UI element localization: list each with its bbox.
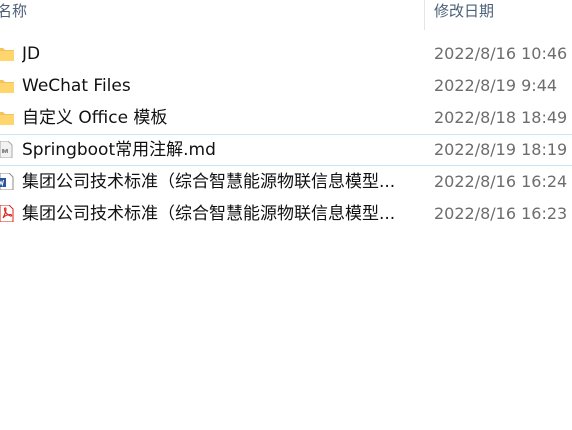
file-modified-date: 2022/8/16 10:46 <box>434 44 568 63</box>
file-name: Springboot常用注解.md <box>22 140 216 160</box>
word-document-icon <box>0 172 14 191</box>
column-divider[interactable] <box>424 0 425 30</box>
markdown-file-icon <box>0 140 14 159</box>
file-row[interactable]: 集团公司技术标准（综合智慧能源物联信息模型... 2022/8/16 16:24 <box>0 166 572 198</box>
file-row[interactable]: 自定义 Office 模板 2022/8/18 18:49 <box>0 102 572 134</box>
name-column-header[interactable]: 名称 <box>0 0 423 30</box>
folder-icon <box>0 109 14 126</box>
file-row[interactable]: WeChat Files 2022/8/19 9:44 <box>0 70 572 102</box>
modified-date-column-header[interactable]: 修改日期 <box>434 0 494 30</box>
pdf-file-icon <box>0 204 14 223</box>
file-modified-date: 2022/8/18 18:49 <box>434 108 568 127</box>
file-modified-date: 2022/8/19 9:44 <box>434 76 558 95</box>
file-name: 集团公司技术标准（综合智慧能源物联信息模型... <box>22 204 396 224</box>
file-name: WeChat Files <box>22 76 131 96</box>
file-name: 集团公司技术标准（综合智慧能源物联信息模型... <box>22 172 396 192</box>
file-modified-date: 2022/8/16 16:23 <box>434 204 568 223</box>
file-row-focused[interactable]: Springboot常用注解.md 2022/8/19 18:19 <box>0 134 572 166</box>
file-explorer: 名称 修改日期 JD 2022/8/16 10:46 WeChat Files … <box>0 0 572 430</box>
file-modified-date: 2022/8/19 18:19 <box>434 140 568 159</box>
folder-icon <box>0 77 14 94</box>
file-row[interactable]: 集团公司技术标准（综合智慧能源物联信息模型... 2022/8/16 16:23 <box>0 198 572 230</box>
file-name: 自定义 Office 模板 <box>22 108 168 128</box>
file-name: JD <box>22 44 41 64</box>
column-header: 名称 修改日期 <box>0 0 572 30</box>
file-list: JD 2022/8/16 10:46 WeChat Files 2022/8/1… <box>0 38 572 230</box>
folder-icon <box>0 45 14 62</box>
file-modified-date: 2022/8/16 16:24 <box>434 172 568 191</box>
file-row[interactable]: JD 2022/8/16 10:46 <box>0 38 572 70</box>
